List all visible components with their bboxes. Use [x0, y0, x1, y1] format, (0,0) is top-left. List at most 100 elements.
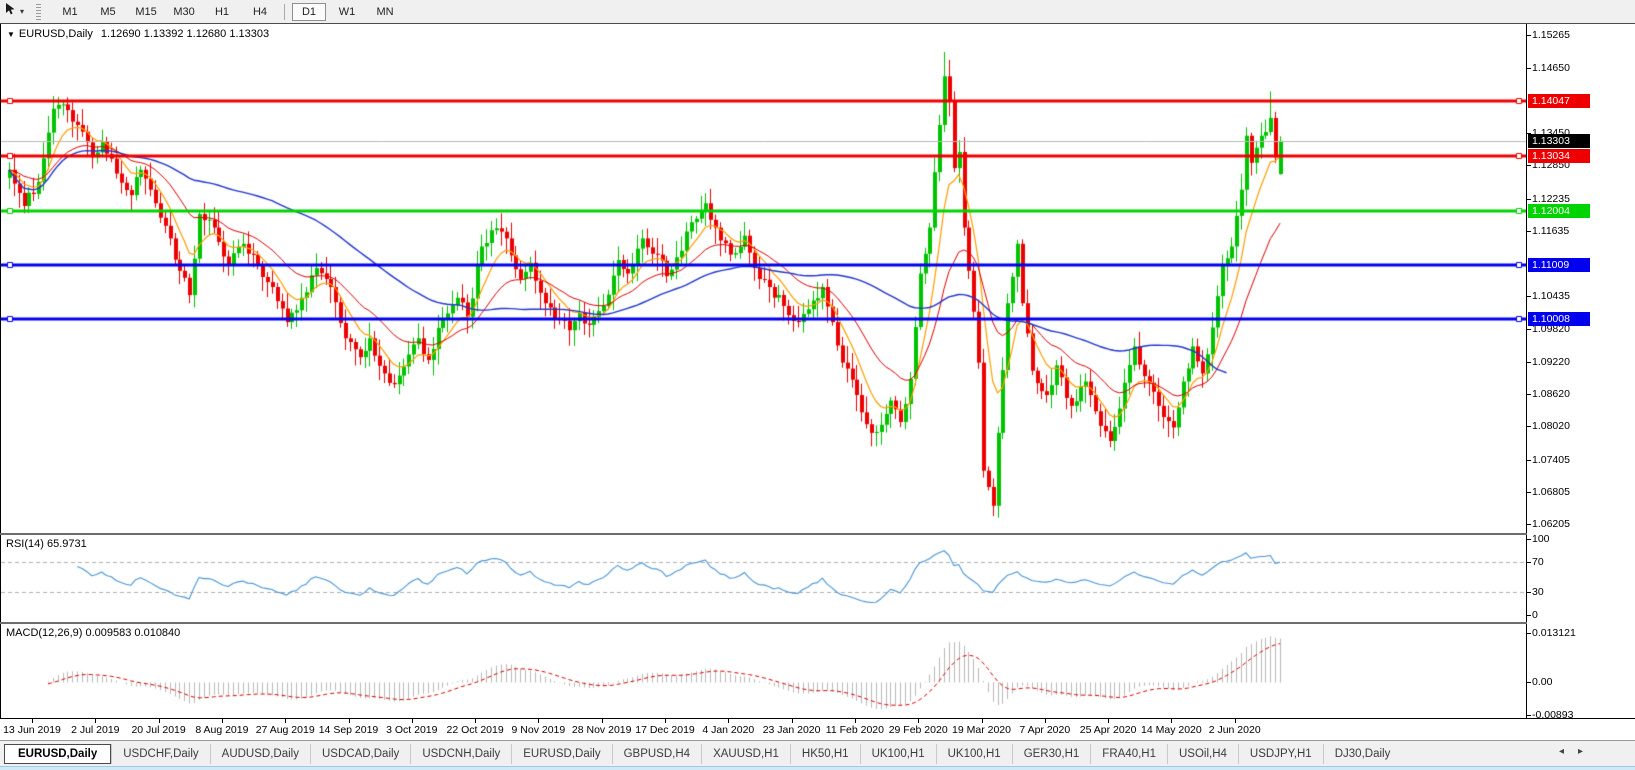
price-line-label: 1.10008 — [1528, 312, 1590, 326]
timeframe-button-w1[interactable]: W1 — [330, 3, 364, 21]
price-axis[interactable]: 1.152651.146501.134501.128501.122351.116… — [1527, 24, 1635, 718]
timeframe-button-mn[interactable]: MN — [368, 3, 402, 21]
chart-tab-uk100-h1[interactable]: UK100,H1 — [860, 744, 936, 764]
toolbar-separator — [284, 4, 285, 20]
date-tick — [95, 719, 96, 723]
chart-tab-dj30-daily[interactable]: DJ30,Daily — [1323, 744, 1402, 764]
macd-panel: MACD(12,26,9) 0.009583 0.010840 — [0, 624, 1527, 718]
macd-canvas[interactable] — [1, 624, 1526, 718]
chart-tab-usdcnh-daily[interactable]: USDCNH,Daily — [410, 744, 511, 764]
date-label: 23 Jan 2020 — [763, 724, 821, 736]
macd-label: MACD(12,26,9) 0.009583 0.010840 — [6, 627, 180, 639]
date-tick — [665, 719, 666, 723]
chart-tab-gbpusd-h4[interactable]: GBPUSD,H4 — [612, 744, 701, 764]
chart-tab-eurusd-daily[interactable]: EURUSD,Daily — [511, 744, 611, 764]
rsi-label: RSI(14) 65.9731 — [6, 538, 87, 550]
timeframe-button-m1[interactable]: M1 — [53, 3, 87, 21]
timeframe-button-m5[interactable]: M5 — [91, 3, 125, 21]
rsi-canvas[interactable] — [1, 535, 1526, 622]
timeframe-button-h1[interactable]: H1 — [205, 3, 239, 21]
timeframe-buttons: M1M5M15M30H1H4 D1W1MN — [51, 3, 404, 21]
chart-title: ▼ EURUSD,Daily 1.12690 1.13392 1.12680 1.1… — [7, 28, 269, 40]
date-label: 3 Oct 2019 — [386, 724, 437, 736]
chart-tab-bar: EURUSD,DailyUSDCHF,DailyAUDUSD,DailyUSDC… — [0, 740, 1635, 766]
price-tick-label: 1.08620 — [1532, 388, 1570, 400]
date-tick — [1171, 719, 1172, 723]
main-chart-panel: ▼ EURUSD,Daily 1.12690 1.13392 1.12680 1.1… — [0, 24, 1527, 533]
date-label: 14 Sep 2019 — [319, 724, 379, 736]
date-label: 20 Jul 2019 — [131, 724, 185, 736]
chart-tab-usoil-h4[interactable]: USOil,H4 — [1167, 744, 1238, 764]
price-tick-label: 1.06205 — [1532, 518, 1570, 530]
chart-tab-eurusd-daily[interactable]: EURUSD,Daily — [4, 744, 111, 764]
date-tick — [982, 719, 983, 723]
date-label: 7 Apr 2020 — [1019, 724, 1070, 736]
chart-tab-ger30-h1[interactable]: GER30,H1 — [1012, 744, 1091, 764]
tab-nav-arrows: ◂▸ — [1559, 746, 1597, 757]
price-line-label: 1.13303 — [1528, 134, 1590, 148]
date-label: 13 Jun 2019 — [3, 724, 61, 736]
chart-dropdown-icon[interactable]: ▼ — [7, 30, 15, 39]
price-tick-label: 1.09220 — [1532, 356, 1570, 368]
macd-tick-label: 0.013121 — [1532, 627, 1576, 639]
chart-tab-audusd-daily[interactable]: AUDUSD,Daily — [210, 744, 310, 764]
timeframe-button-m15[interactable]: M15 — [129, 3, 163, 21]
rsi-panel: RSI(14) 65.9731 — [0, 535, 1527, 622]
price-tick-label: 1.07405 — [1532, 454, 1570, 466]
timeframe-button-d1[interactable]: D1 — [292, 3, 326, 21]
date-tick — [602, 719, 603, 723]
timeframe-button-m30[interactable]: M30 — [167, 3, 201, 21]
chart-symbol-label: EURUSD,Daily — [19, 28, 93, 40]
window-bottom-strip — [0, 766, 1635, 770]
date-tick — [1235, 719, 1236, 723]
price-line-label: 1.13034 — [1528, 149, 1590, 163]
rsi-tick-label: 100 — [1532, 533, 1550, 545]
chart-tab-usdcad-daily[interactable]: USDCAD,Daily — [310, 744, 410, 764]
date-label: 27 Aug 2019 — [256, 724, 315, 736]
date-tick — [1108, 719, 1109, 723]
timeframe-button-h4[interactable]: H4 — [243, 3, 277, 21]
macd-tick-label: 0.00 — [1532, 676, 1552, 688]
chart-tab-uk100-h1[interactable]: UK100,H1 — [936, 744, 1012, 764]
date-label: 2 Jul 2019 — [71, 724, 119, 736]
date-tick — [222, 719, 223, 723]
date-label: 11 Feb 2020 — [826, 724, 884, 736]
date-tick — [349, 719, 350, 723]
date-tick — [475, 719, 476, 723]
tab-scroll-right-icon[interactable]: ▸ — [1578, 746, 1597, 757]
timeframe-toolbar: ▾ M1M5M15M30H1H4 D1W1MN — [0, 0, 1635, 24]
date-tick — [159, 719, 160, 723]
price-tick-label: 1.06805 — [1532, 486, 1570, 498]
date-tick — [792, 719, 793, 723]
rsi-tick-label: 30 — [1532, 586, 1544, 598]
mt4-window: ▾ M1M5M15M30H1H4 D1W1MN ▼ EURUSD,Daily 1.12… — [0, 0, 1635, 770]
date-label: 28 Nov 2019 — [572, 724, 632, 736]
date-label: 9 Nov 2019 — [512, 724, 566, 736]
toolbar-grip[interactable] — [36, 4, 41, 20]
tab-scroll-left-icon[interactable]: ◂ — [1559, 746, 1578, 757]
chart-tab-xauusd-h1[interactable]: XAUUSD,H1 — [701, 744, 790, 764]
date-axis[interactable]: 13 Jun 2019 2 Jul 2019 20 Jul 2019 8 Aug 20… — [0, 719, 1635, 740]
date-label: 4 Jan 2020 — [702, 724, 754, 736]
chart-ohlc-values: 1.12690 1.13392 1.12680 1.13303 — [101, 28, 269, 40]
cursor-tool-icon[interactable] — [4, 2, 17, 21]
price-line-label: 1.14047 — [1528, 94, 1590, 108]
date-tick — [32, 719, 33, 723]
chart-tab-usdjpy-h1[interactable]: USDJPY,H1 — [1238, 744, 1323, 764]
chart-tab-hk50-h1[interactable]: HK50,H1 — [790, 744, 860, 764]
chart-tab-fra40-h1[interactable]: FRA40,H1 — [1090, 744, 1167, 764]
date-label: 29 Feb 2020 — [889, 724, 948, 736]
date-label: 22 Oct 2019 — [446, 724, 503, 736]
date-tick — [1045, 719, 1046, 723]
date-label: 17 Dec 2019 — [635, 724, 695, 736]
date-label: 8 Aug 2019 — [195, 724, 248, 736]
date-tick — [412, 719, 413, 723]
price-tick-label: 1.10435 — [1532, 290, 1570, 302]
date-label: 19 Mar 2020 — [952, 724, 1011, 736]
tool-dropdown-icon[interactable]: ▾ — [20, 7, 24, 16]
price-tick-label: 1.15265 — [1532, 29, 1570, 41]
main-chart-canvas[interactable] — [1, 24, 1526, 533]
chart-tab-usdchf-daily[interactable]: USDCHF,Daily — [111, 744, 209, 764]
rsi-tick-label: 70 — [1532, 556, 1544, 568]
date-label: 2 Jun 2020 — [1209, 724, 1261, 736]
